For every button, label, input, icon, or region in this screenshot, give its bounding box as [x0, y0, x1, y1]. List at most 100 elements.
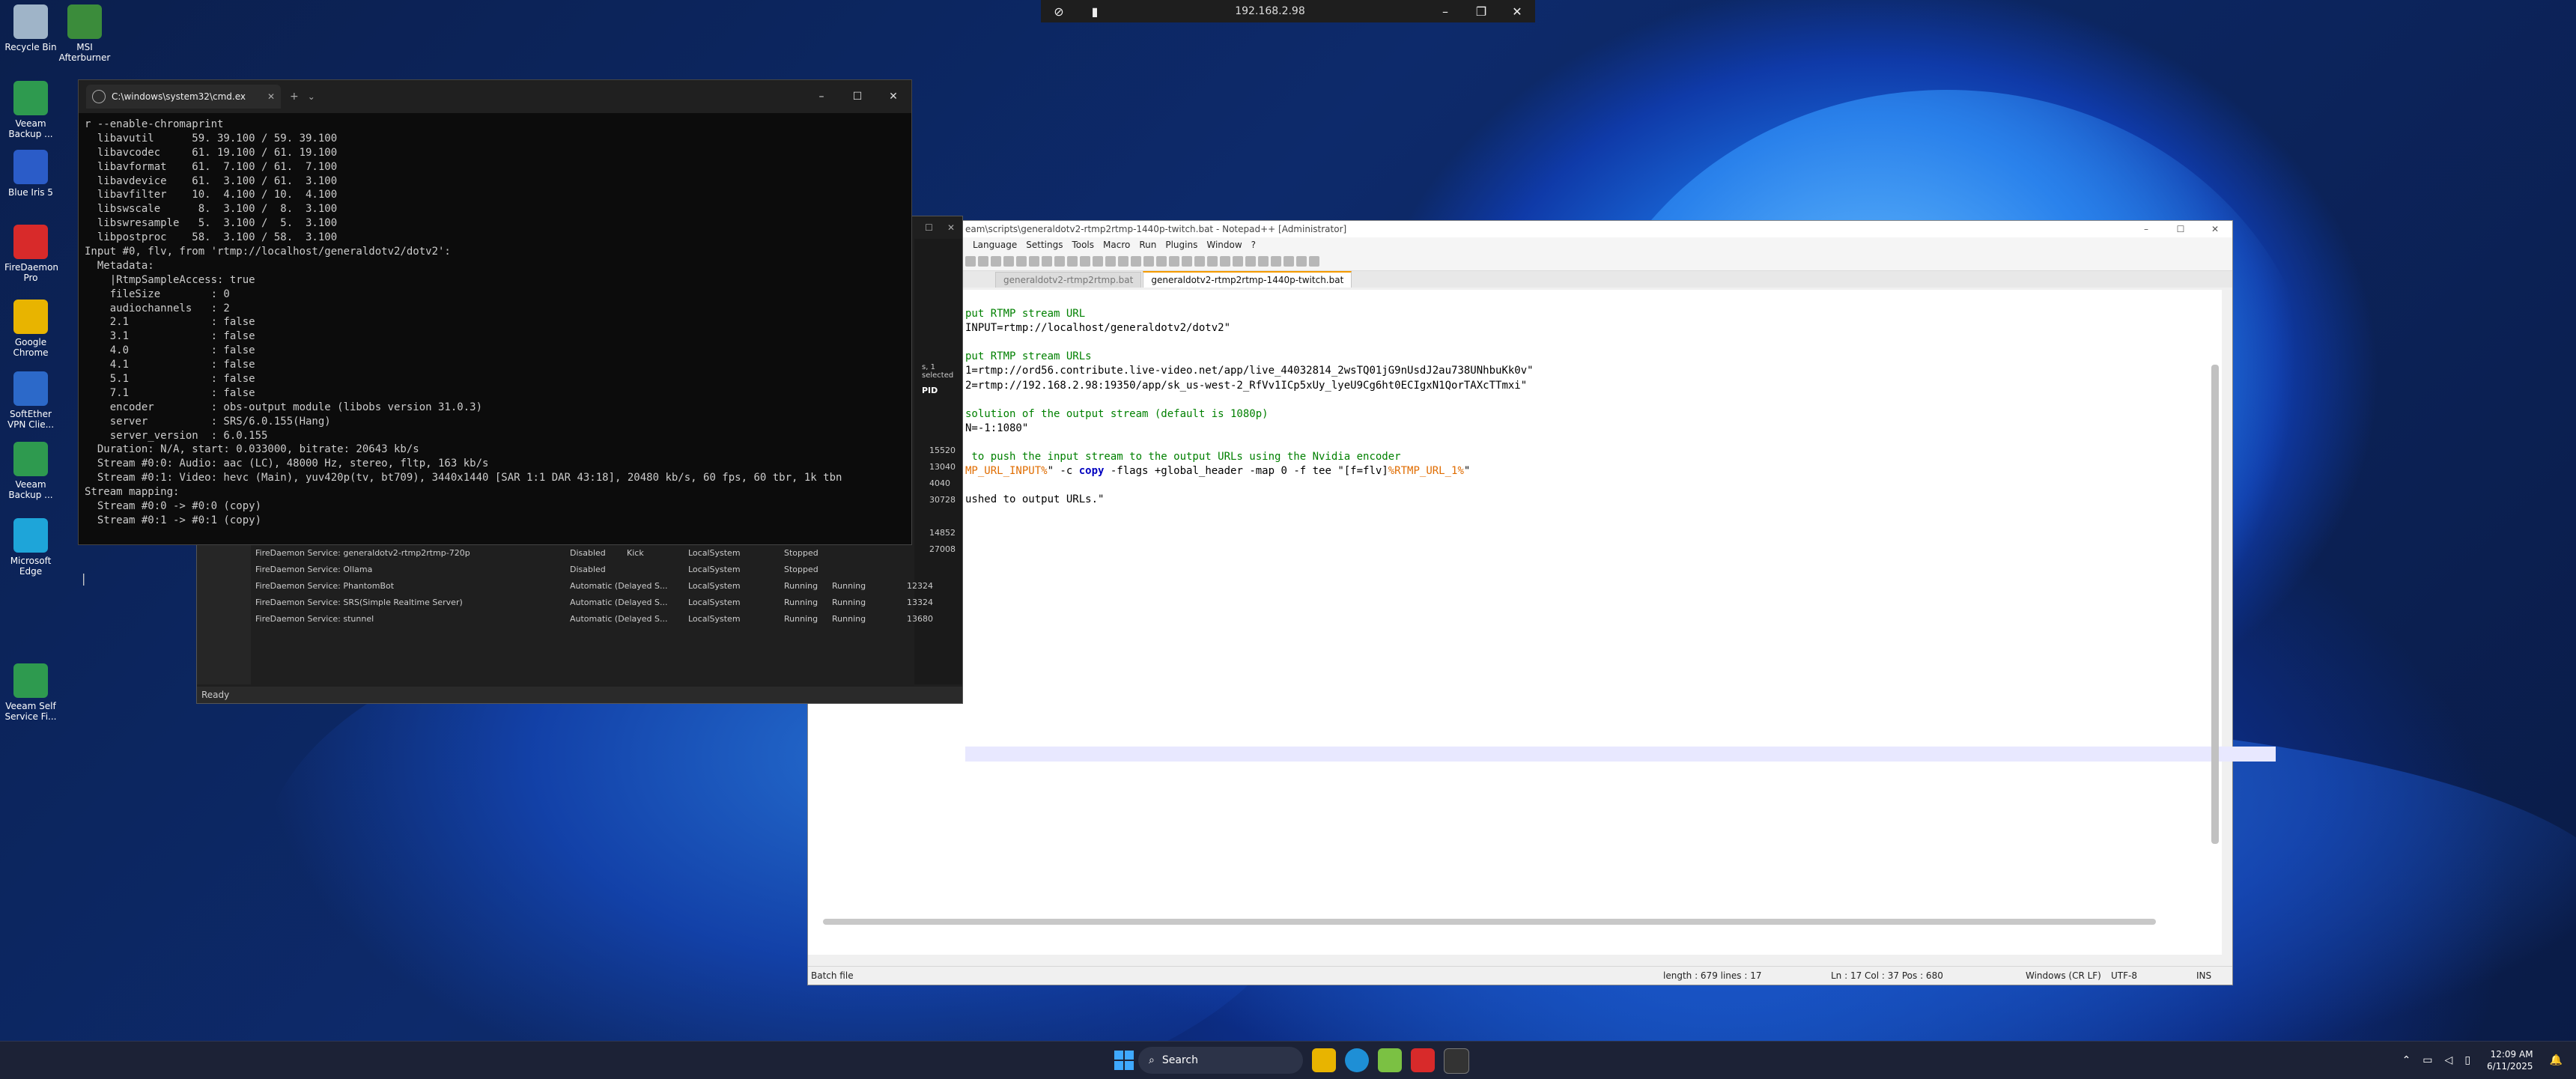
toolbar-icon[interactable]: [1080, 256, 1090, 267]
vertical-scrollbar[interactable]: [2211, 365, 2219, 844]
toolbar-icon[interactable]: [1131, 256, 1141, 267]
clock[interactable]: 12:09 AM 6/11/2025: [2487, 1048, 2533, 1072]
close-icon[interactable]: ✕: [947, 222, 955, 233]
taskbar-search[interactable]: ⌕ Search: [1138, 1047, 1303, 1074]
toolbar-icon[interactable]: [1156, 256, 1167, 267]
menu-item[interactable]: Language: [973, 240, 1017, 250]
pin-icon[interactable]: ⊘: [1041, 4, 1077, 19]
desktop-icon-msi-afterburner[interactable]: MSI Afterburner: [58, 4, 111, 63]
editor-area[interactable]: put RTMP stream URL INPUT=rtmp://localhos…: [808, 290, 2276, 955]
toolbar-icon[interactable]: [1016, 256, 1027, 267]
desktop-icon-veeam-self-service[interactable]: Veeam Self Service Fi...: [4, 663, 57, 722]
toolbar-icon[interactable]: [1245, 256, 1256, 267]
terminal-icon[interactable]: [1444, 1048, 1469, 1074]
notepad-titlebar[interactable]: eam\scripts\generaldotv2-rtmp2rtmp-1440p…: [808, 221, 2232, 237]
toolbar-icon[interactable]: [1169, 256, 1179, 267]
menu-item[interactable]: Tools: [1072, 240, 1094, 250]
horizontal-scrollbar[interactable]: [823, 919, 2156, 925]
close-icon[interactable]: ✕: [875, 91, 911, 103]
toolbar-icon[interactable]: [1093, 256, 1103, 267]
table-cell: LocalSystem: [688, 548, 741, 558]
desktop-icon-blue-iris[interactable]: Blue Iris 5: [4, 150, 57, 198]
toolbar-icon[interactable]: [991, 256, 1001, 267]
toolbar-icon[interactable]: [1042, 256, 1052, 267]
toolbar-icon[interactable]: [1296, 256, 1307, 267]
menu-item[interactable]: Settings: [1026, 240, 1063, 250]
desktop-icon-recycle-bin[interactable]: Recycle Bin: [4, 4, 57, 52]
toolbar-icon[interactable]: [1182, 256, 1192, 267]
toolbar-icon[interactable]: [1220, 256, 1230, 267]
close-icon[interactable]: ✕: [2198, 224, 2232, 234]
desktop-icon-firedaemon-pro[interactable]: FireDaemon Pro: [4, 225, 58, 283]
new-tab-icon[interactable]: +: [290, 91, 299, 103]
toolbar-icon[interactable]: [1105, 256, 1116, 267]
minimize-icon[interactable]: –: [2129, 224, 2163, 234]
chevron-up-icon[interactable]: ⌃: [2402, 1054, 2411, 1066]
toolbar-icon[interactable]: [1258, 256, 1269, 267]
toolbar-icon[interactable]: [1118, 256, 1128, 267]
menu-item[interactable]: Run: [1139, 240, 1156, 250]
desktop-icon-veeam-backup-2[interactable]: Veeam Backup ...: [4, 442, 57, 500]
encoding[interactable]: UTF-8: [2111, 970, 2137, 981]
menu-item[interactable]: Plugins: [1165, 240, 1197, 250]
windows-start-icon[interactable]: [1114, 1051, 1134, 1070]
maximize-icon[interactable]: ☐: [839, 91, 875, 103]
toolbar-icon[interactable]: [1194, 256, 1205, 267]
table-row[interactable]: FireDaemon Service: generaldotv2-rtmp2rt…: [255, 546, 914, 561]
desktop-icon-softether-vpn[interactable]: SoftEther VPN Clie...: [4, 371, 57, 430]
toolbar-icon[interactable]: [1309, 256, 1319, 267]
table-row[interactable]: FireDaemon Service: Ollama Disabled LocalS…: [255, 562, 914, 577]
toolbar-icon[interactable]: [1054, 256, 1065, 267]
toolbar-icon[interactable]: [1271, 256, 1281, 267]
file-tab[interactable]: generaldotv2-rtmp2rtmp.bat: [995, 272, 1142, 288]
desktop-icon-veeam-backup[interactable]: Veeam Backup ...: [4, 81, 57, 139]
notepadpp-icon[interactable]: [1378, 1048, 1402, 1072]
table-row[interactable]: FireDaemon Service: PhantomBot Automatic …: [255, 579, 933, 594]
edge-icon[interactable]: [1345, 1048, 1369, 1072]
maximize-icon[interactable]: ☐: [2163, 224, 2198, 234]
volume-icon[interactable]: ◁: [2445, 1054, 2453, 1066]
menu-item[interactable]: Macro: [1103, 240, 1130, 250]
toolbar-icon[interactable]: [965, 256, 976, 267]
desktop-icon-microsoft-edge[interactable]: Microsoft Edge: [4, 518, 57, 577]
file-explorer-icon[interactable]: [1312, 1048, 1336, 1072]
toolbar-icon[interactable]: [1029, 256, 1039, 267]
toolbar-icon[interactable]: [1233, 256, 1243, 267]
table-cell: Running: [832, 614, 866, 624]
notification-bell-icon[interactable]: 🔔: [2550, 1054, 2563, 1066]
code-line: put RTMP stream URL: [965, 308, 1086, 320]
firedaemon-icon[interactable]: [1411, 1048, 1435, 1072]
toolbar-icon[interactable]: [1003, 256, 1014, 267]
toolbar-icon[interactable]: [1284, 256, 1294, 267]
table-row[interactable]: FireDaemon Service: SRS(Simple Realtime …: [255, 595, 933, 610]
eye-icon: [13, 150, 48, 184]
menu-item[interactable]: ?: [1251, 240, 1256, 250]
menu-item[interactable]: Window: [1206, 240, 1242, 250]
chevron-down-icon[interactable]: ⌄: [308, 91, 315, 102]
afterburner-icon: [67, 4, 102, 39]
desktop-icon-google-chrome[interactable]: Google Chrome: [4, 300, 57, 358]
table-cell: LocalSystem: [688, 581, 741, 591]
maximize-icon[interactable]: ☐: [925, 222, 933, 233]
signal-icon[interactable]: ▮: [1077, 4, 1113, 19]
battery-icon[interactable]: ▯: [2464, 1054, 2470, 1066]
toolbar-icon[interactable]: [1207, 256, 1218, 267]
toolbar-icon[interactable]: [1143, 256, 1154, 267]
toolbar-icon[interactable]: [978, 256, 988, 267]
table-cell: Running: [784, 614, 818, 624]
file-tab[interactable]: generaldotv2-rtmp2rtmp-1440p-twitch.bat: [1143, 271, 1352, 288]
terminal-output[interactable]: r --enable-chromaprint libavutil 59. 39.…: [85, 118, 901, 541]
veeam-icon: [13, 81, 48, 115]
desktop-icon-label: Recycle Bin: [4, 42, 57, 52]
restore-icon[interactable]: ❐: [1463, 4, 1499, 19]
eol-format[interactable]: Windows (CR LF): [2026, 970, 2101, 981]
close-icon[interactable]: ✕: [1499, 4, 1535, 19]
toolbar-icon[interactable]: [1067, 256, 1078, 267]
terminal-tab[interactable]: C:\windows\system32\cmd.ex ✕: [86, 85, 281, 109]
table-row[interactable]: FireDaemon Service: stunnel Automatic (De…: [255, 612, 933, 627]
pid-header[interactable]: PID: [922, 386, 938, 395]
network-icon[interactable]: ▭: [2422, 1054, 2432, 1066]
minimize-icon[interactable]: –: [1427, 4, 1463, 19]
close-tab-icon[interactable]: ✕: [261, 91, 281, 102]
minimize-icon[interactable]: –: [804, 91, 839, 103]
